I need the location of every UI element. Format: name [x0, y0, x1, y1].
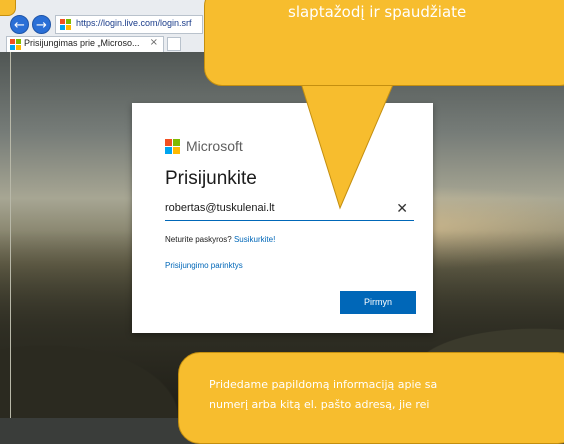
forward-arrow-icon[interactable]: →: [32, 15, 51, 34]
callout-tail: [300, 80, 396, 210]
top-callout-text: slaptažodį ir spaudžiate: [288, 3, 467, 21]
bottom-callout-line-2: numerį arba kitą el. pašto adresą, jie r…: [209, 398, 430, 411]
no-account-text: Neturite paskyros?: [165, 235, 232, 244]
tab-title: Prisijungimas prie „Microso...: [24, 38, 140, 48]
bottom-callout-text: Pridedame papildomą informaciją apie sa …: [209, 375, 437, 415]
no-account-line: Neturite paskyros? Susikurkite!: [165, 235, 275, 244]
window-edge-line: [10, 52, 11, 418]
signup-link[interactable]: Susikurkite!: [234, 235, 275, 244]
microsoft-logo-icon: [165, 139, 181, 155]
brand-name: Microsoft: [186, 138, 243, 154]
bottom-callout: Pridedame papildomą informaciją apie sa …: [178, 352, 564, 444]
email-value: robertas@tuskulenai.lt: [165, 202, 275, 214]
page-title: Prisijunkite: [165, 168, 257, 189]
next-button[interactable]: Pirmyn: [340, 291, 416, 314]
back-arrow-icon[interactable]: ←: [10, 15, 29, 34]
bottom-callout-line-1: Pridedame papildomą informaciją apie sa: [209, 378, 438, 391]
microsoft-logo-icon: [10, 39, 21, 50]
address-bar[interactable]: https://login.live.com/login.srf: [55, 15, 203, 34]
left-callout-corner: [0, 0, 16, 16]
microsoft-logo-icon: [60, 19, 71, 30]
new-tab-button[interactable]: [167, 37, 181, 51]
browser-tab[interactable]: Prisijungimas prie „Microso... ×: [6, 36, 164, 52]
url-text: https://login.live.com/login.srf: [76, 18, 192, 28]
signin-options-link[interactable]: Prisijungimo parinktys: [165, 261, 243, 270]
top-callout: slaptažodį ir spaudžiate: [204, 0, 564, 86]
tab-close-icon[interactable]: ×: [150, 37, 158, 48]
